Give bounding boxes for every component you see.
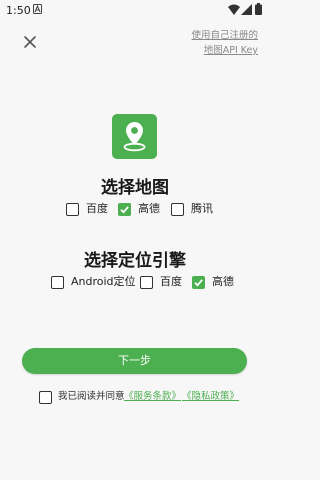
privacy-policy-link[interactable]: 《隐私政策》 — [182, 390, 239, 404]
close-icon[interactable] — [22, 34, 38, 50]
map-option-tencent-checkbox[interactable] — [171, 203, 184, 216]
agreement-text: 我已阅读并同意 — [58, 391, 125, 402]
agreement-checkbox[interactable] — [39, 391, 52, 404]
map-option-baidu-label: 百度 — [86, 202, 108, 215]
checkmark-icon — [120, 206, 129, 214]
engine-option-gaode-checkbox[interactable] — [192, 276, 205, 289]
map-option-baidu-checkbox[interactable] — [66, 203, 79, 216]
map-option-gaode-checkbox[interactable] — [118, 203, 131, 216]
map-option-tencent[interactable]: 腾讯 — [171, 201, 221, 219]
service-terms-link[interactable]: 《服务条款》 — [124, 390, 181, 404]
location-engine-options: Android定位 百度 高德 — [0, 274, 270, 292]
agreement-row: 我已阅读并同意 《服务条款》 《隐私政策》 — [39, 389, 249, 407]
status-time: 1:50 — [6, 4, 31, 17]
status-bar: 1:50 — [0, 0, 270, 22]
location-pin-icon — [123, 122, 146, 152]
map-option-tencent-label: 腾讯 — [191, 202, 213, 215]
checkmark-icon — [194, 279, 203, 287]
notification-icon — [33, 4, 42, 14]
map-options: 百度 高德 腾讯 — [0, 201, 270, 219]
engine-option-gaode-label: 高德 — [212, 275, 234, 288]
engine-option-android-label: Android定位 — [71, 275, 136, 288]
map-option-gaode[interactable]: 高德 — [118, 201, 168, 219]
select-map-title: 选择地图 — [101, 178, 169, 198]
select-location-engine-title: 选择定位引擎 — [84, 251, 186, 271]
engine-option-gaode[interactable]: 高德 — [192, 274, 242, 292]
battery-icon — [255, 3, 262, 15]
engine-option-baidu-label: 百度 — [160, 275, 182, 288]
next-button[interactable]: 下一步 — [22, 348, 247, 374]
own-api-key-link[interactable]: 使用自己注册的 地图API Key — [158, 28, 258, 58]
map-app-icon — [112, 114, 157, 159]
own-api-key-link-line2: 地图API Key — [203, 45, 258, 56]
map-option-gaode-label: 高德 — [138, 202, 160, 215]
engine-option-baidu[interactable]: 百度 — [140, 274, 190, 292]
map-option-baidu[interactable]: 百度 — [66, 201, 116, 219]
engine-option-baidu-checkbox[interactable] — [140, 276, 153, 289]
own-api-key-link-line1: 使用自己注册的 — [191, 30, 258, 41]
engine-option-android-checkbox[interactable] — [51, 276, 64, 289]
wifi-icon — [228, 4, 240, 15]
signal-icon — [241, 4, 252, 15]
engine-option-android[interactable]: Android定位 — [51, 274, 136, 292]
